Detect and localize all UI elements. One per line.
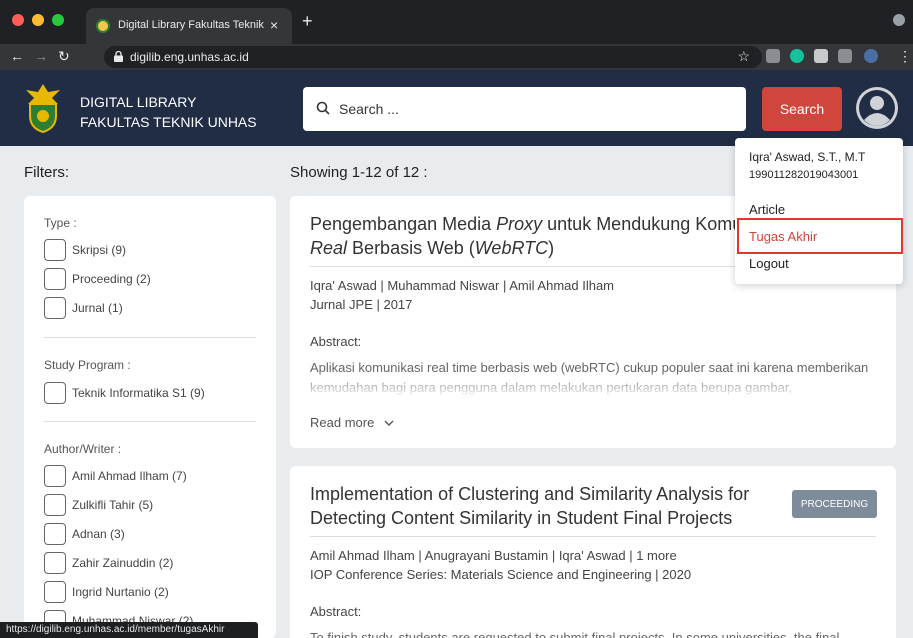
checkbox[interactable] xyxy=(44,382,66,404)
filters-title: Filters: xyxy=(24,164,69,181)
read-more-link[interactable]: Read more xyxy=(310,415,394,430)
abstract-fade xyxy=(310,378,876,398)
menu-item-article[interactable]: Article xyxy=(749,202,785,217)
user-dropdown-menu: Iqra' Aswad, S.T., M.T 19901128201904300… xyxy=(735,138,903,284)
results-count: Showing 1-12 of 12 : xyxy=(290,164,428,181)
checkbox[interactable] xyxy=(44,523,66,545)
filter-option-skripsi[interactable]: Skripsi (9) xyxy=(44,239,126,261)
divider xyxy=(310,536,876,537)
checkbox[interactable] xyxy=(44,297,66,319)
brand-line-1: DIGITAL LIBRARY xyxy=(80,94,197,110)
user-id: 199011282019043001 xyxy=(749,169,859,181)
filter-group-author-title: Author/Writer : xyxy=(44,442,122,456)
result-authors: Iqra' Aswad | Muhammad Niswar | Amil Ahm… xyxy=(310,278,615,293)
result-venue: IOP Conference Series: Materials Science… xyxy=(310,567,692,582)
result-venue: Jurnal JPE | 2017 xyxy=(310,297,413,312)
checkbox[interactable] xyxy=(44,581,66,603)
new-tab-button[interactable]: + xyxy=(302,12,313,30)
abstract-label: Abstract: xyxy=(310,604,362,619)
browser-tab[interactable]: Digital Library Fakultas Teknik Unhas × xyxy=(86,8,292,44)
browser-toolbar: ← → ↻ digilib.eng.unhas.ac.id ☆ ⋮ xyxy=(0,44,913,70)
chevron-down-icon xyxy=(384,420,394,426)
maximize-window-button[interactable] xyxy=(52,14,64,26)
filter-option-jurnal[interactable]: Jurnal (1) xyxy=(44,297,123,319)
abstract-label: Abstract: xyxy=(310,334,362,349)
profile-avatar-icon[interactable] xyxy=(864,49,878,63)
favicon-icon xyxy=(96,19,110,33)
user-avatar-icon[interactable] xyxy=(855,86,899,130)
checkbox[interactable] xyxy=(44,465,66,487)
result-card: Implementation of Clustering and Similar… xyxy=(290,466,896,638)
search-box xyxy=(303,87,746,131)
menu-item-logout[interactable]: Logout xyxy=(749,256,789,271)
highlight-box xyxy=(737,218,903,254)
type-badge: PROCEEDING xyxy=(792,490,877,518)
filter-option-proceeding[interactable]: Proceeding (2) xyxy=(44,268,151,290)
forward-arrow-icon[interactable]: → xyxy=(34,48,48,64)
search-icon xyxy=(316,101,330,115)
divider xyxy=(44,337,256,338)
filter-option-amil-ahmad-ilham[interactable]: Amil Ahmad Ilham (7) xyxy=(44,465,187,487)
minimize-window-button[interactable] xyxy=(32,14,44,26)
result-title[interactable]: Implementation of Clustering and Similar… xyxy=(310,482,749,530)
result-authors: Amil Ahmad Ilham | Anugrayani Bustamin |… xyxy=(310,548,677,563)
divider xyxy=(44,421,256,422)
browser-menu-icon[interactable]: ⋮ xyxy=(898,48,912,64)
filter-option-teknik-informatika[interactable]: Teknik Informatika S1 (9) xyxy=(44,382,205,404)
camera-extension-icon[interactable] xyxy=(766,49,780,63)
user-name: Iqra' Aswad, S.T., M.T xyxy=(749,150,866,164)
brand-name[interactable]: DIGITAL LIBRARY FAKULTAS TEKNIK UNHAS xyxy=(80,92,257,132)
filter-group-study-program-title: Study Program : xyxy=(44,358,131,372)
checkbox[interactable] xyxy=(44,552,66,574)
link-status-bar: https://digilib.eng.unhas.ac.id/member/t… xyxy=(0,622,258,638)
checkbox[interactable] xyxy=(44,268,66,290)
url-text: digilib.eng.unhas.ac.id xyxy=(130,50,249,64)
reload-icon[interactable]: ↻ xyxy=(58,48,70,64)
unhas-logo-icon[interactable] xyxy=(22,82,64,134)
checkbox[interactable] xyxy=(44,494,66,516)
tab-close-icon[interactable]: × xyxy=(270,17,278,33)
filter-panel: Type : Skripsi (9) Proceeding (2) Jurnal… xyxy=(24,196,276,638)
puzzle-extension-icon[interactable] xyxy=(814,49,828,63)
close-window-button[interactable] xyxy=(12,14,24,26)
grammarly-extension-icon[interactable] xyxy=(790,49,804,63)
filter-group-type-title: Type : xyxy=(44,216,77,230)
back-arrow-icon[interactable]: ← xyxy=(10,48,24,64)
tab-title: Digital Library Fakultas Teknik Unhas xyxy=(118,19,266,31)
filter-option-zulkifli-tahir[interactable]: Zulkifli Tahir (5) xyxy=(44,494,153,516)
search-input[interactable] xyxy=(339,97,729,121)
bookmark-star-icon[interactable]: ☆ xyxy=(737,48,750,65)
filter-option-zahir-zainuddin[interactable]: Zahir Zainuddin (2) xyxy=(44,552,173,574)
tab-search-icon[interactable] xyxy=(893,14,905,26)
checkbox[interactable] xyxy=(44,239,66,261)
browser-tabstrip: Digital Library Fakultas Teknik Unhas × … xyxy=(0,0,913,44)
lock-icon xyxy=(114,51,123,62)
search-button[interactable]: Search xyxy=(762,87,842,131)
site-header: DIGITAL LIBRARY FAKULTAS TEKNIK UNHAS Se… xyxy=(0,70,913,146)
abstract-text: To finish study, students are requested … xyxy=(310,630,840,638)
address-bar[interactable]: digilib.eng.unhas.ac.id ☆ xyxy=(104,46,762,68)
filter-option-ingrid-nurtanio[interactable]: Ingrid Nurtanio (2) xyxy=(44,581,169,603)
reading-list-icon[interactable] xyxy=(838,49,852,63)
read-more-label: Read more xyxy=(310,415,375,430)
brand-line-2: FAKULTAS TEKNIK UNHAS xyxy=(80,114,257,130)
filter-option-adnan[interactable]: Adnan (3) xyxy=(44,523,125,545)
